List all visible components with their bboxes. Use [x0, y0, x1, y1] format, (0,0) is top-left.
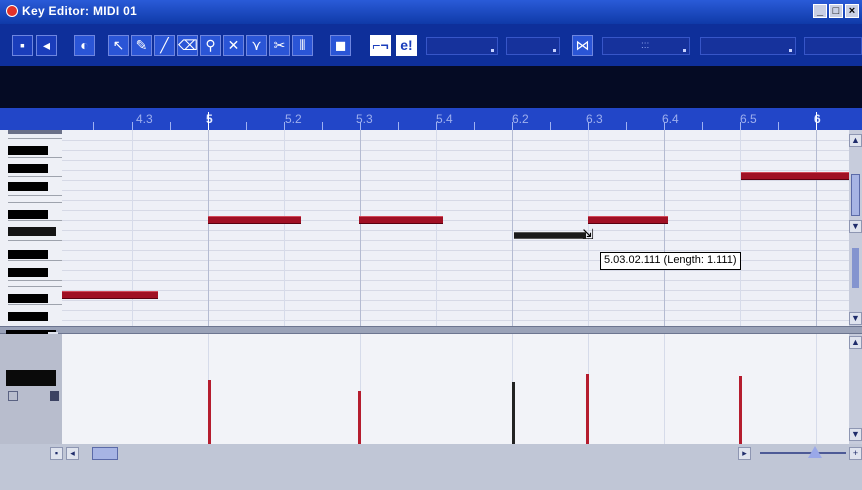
- velocity-scrollbar[interactable]: ▲ ▼: [849, 334, 862, 444]
- scroll-down-icon[interactable]: ▼: [849, 220, 862, 233]
- midi-note[interactable]: [741, 172, 849, 180]
- velocity-lane[interactable]: [62, 334, 849, 444]
- velocity-bar[interactable]: [208, 380, 211, 444]
- ruler[interactable]: 4.3 5 5.2 5.3 5.4 6.2 6.3 6.4 6.5 6: [0, 108, 862, 130]
- ruler-label: 5.2: [285, 112, 302, 126]
- zoom-slider[interactable]: [852, 248, 859, 288]
- feedback-icon[interactable]: ◂: [36, 35, 57, 56]
- velocity-bar[interactable]: [586, 374, 589, 444]
- black-key[interactable]: [8, 268, 48, 277]
- zoom-track: [760, 452, 846, 454]
- minimize-button[interactable]: _: [813, 4, 827, 18]
- black-key[interactable]: [8, 164, 48, 173]
- ruler-label: 5: [206, 112, 213, 126]
- solo-icon[interactable]: ▪: [12, 35, 33, 56]
- lane-divider[interactable]: [0, 326, 862, 334]
- app-icon: [6, 5, 18, 17]
- glue-icon[interactable]: ⋎: [246, 35, 267, 56]
- controller-panel: [0, 334, 62, 444]
- color-icon[interactable]: ◼: [330, 35, 351, 56]
- title-bar[interactable]: Key Editor: MIDI 01 _ □ ×: [0, 0, 862, 24]
- scroll-right-icon[interactable]: ▸: [738, 447, 751, 460]
- dropdown-dot-icon: [683, 49, 686, 52]
- grid-icon[interactable]: [8, 391, 18, 401]
- dropdown-dot-icon: [491, 49, 494, 52]
- autoscroll-icon[interactable]: ◐: [74, 35, 95, 56]
- ruler-label: 6.5: [740, 112, 757, 126]
- split-icon[interactable]: ✂: [269, 35, 290, 56]
- mute-icon[interactable]: ✕: [223, 35, 244, 56]
- velocity-bar[interactable]: [512, 382, 515, 444]
- drumstick-icon[interactable]: ⦀: [292, 35, 313, 56]
- vertical-scrollbar[interactable]: ▲ ▼ ▼: [849, 130, 862, 326]
- black-key[interactable]: [8, 210, 48, 219]
- dropdown-dot-icon: [553, 49, 556, 52]
- note-grid[interactable]: ⇲ 5.03.02.111 (Length: 1.111): [62, 130, 849, 326]
- value-field[interactable]: :::: [602, 37, 690, 55]
- scroll-up-icon[interactable]: ▲: [849, 134, 862, 147]
- dropdown-dot-icon: [789, 49, 792, 52]
- black-key[interactable]: [8, 312, 48, 321]
- midi-note[interactable]: [208, 216, 301, 224]
- position-tooltip: 5.03.02.111 (Length: 1.111): [600, 252, 741, 270]
- move-cursor-icon: ⇲: [582, 226, 594, 242]
- black-key[interactable]: [8, 146, 48, 155]
- object-select-icon[interactable]: ↖: [108, 35, 129, 56]
- window-title: Key Editor: MIDI 01: [22, 4, 138, 18]
- black-key[interactable]: [8, 227, 56, 236]
- black-key[interactable]: [8, 294, 48, 303]
- maximize-button[interactable]: □: [829, 4, 843, 18]
- midi-note[interactable]: [359, 216, 443, 224]
- edit-in-place-button[interactable]: e!: [396, 35, 417, 56]
- black-key[interactable]: [8, 182, 48, 191]
- scrollbar-thumb[interactable]: [92, 447, 118, 460]
- value-dots: :::: [641, 40, 650, 51]
- zoom-icon[interactable]: ⚲: [200, 35, 221, 56]
- zoom-slider-thumb[interactable]: [808, 446, 822, 458]
- scroll-down-icon[interactable]: ▼: [849, 312, 862, 325]
- info-line: [0, 66, 862, 108]
- scrollbar-thumb[interactable]: [851, 174, 860, 216]
- zoom-menu-icon[interactable]: ▪: [50, 447, 63, 460]
- quantize-field[interactable]: [426, 37, 498, 55]
- piano-keyboard[interactable]: [0, 130, 62, 326]
- ruler-label: 4.3: [136, 112, 153, 126]
- extra-field-2[interactable]: [804, 37, 862, 55]
- menu-icon[interactable]: [50, 391, 59, 401]
- toolbar: ▪ ◂ ◐ ↖ ✎ ╱ ⌫ ⚲ ✕ ⋎ ✂ ⦀ ◼ ⌐¬ e! ⋈ :::: [0, 24, 862, 66]
- line-icon[interactable]: ╱: [154, 35, 175, 56]
- erase-icon[interactable]: ⌫: [177, 35, 198, 56]
- midi-note[interactable]: [62, 291, 158, 299]
- zoom-in-icon[interactable]: +: [849, 447, 862, 460]
- controller-display: [6, 370, 56, 386]
- midi-note[interactable]: [588, 216, 668, 224]
- extra-field[interactable]: [700, 37, 796, 55]
- quantize-icon[interactable]: ⋈: [572, 35, 593, 56]
- scroll-down-icon[interactable]: ▼: [849, 428, 862, 441]
- horizontal-scrollbar[interactable]: ▪ ◂ ▸ +: [0, 444, 862, 490]
- ruler-label: 6.2: [512, 112, 529, 126]
- close-button[interactable]: ×: [845, 4, 859, 18]
- velocity-bar[interactable]: [358, 391, 361, 444]
- dragging-note[interactable]: [514, 232, 586, 239]
- scroll-up-icon[interactable]: ▲: [849, 336, 862, 349]
- length-field[interactable]: [506, 37, 560, 55]
- black-key[interactable]: [8, 250, 48, 259]
- snap-button[interactable]: ⌐¬: [370, 35, 391, 56]
- draw-icon[interactable]: ✎: [131, 35, 152, 56]
- velocity-bar[interactable]: [739, 376, 742, 444]
- ruler-label: 5.3: [356, 112, 373, 126]
- ruler-label: 6: [814, 112, 821, 126]
- scroll-left-icon[interactable]: ◂: [66, 447, 79, 460]
- ruler-label: 5.4: [436, 112, 453, 126]
